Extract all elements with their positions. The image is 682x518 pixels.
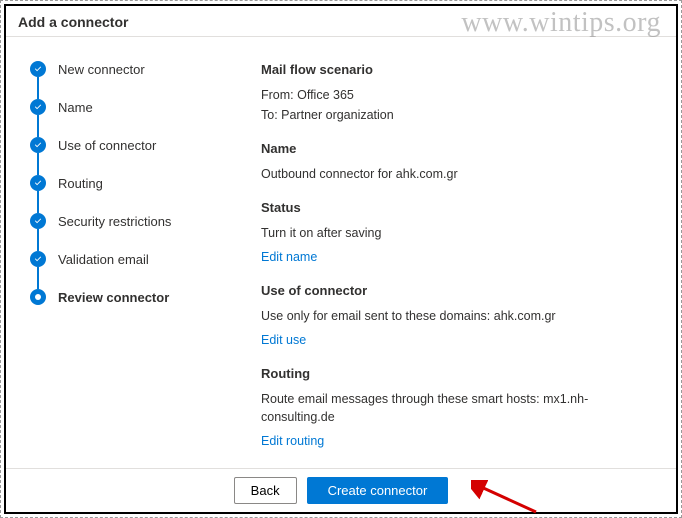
back-button[interactable]: Back <box>234 477 297 504</box>
wizard-body: New connector Name Use of connector Rout… <box>6 37 676 468</box>
check-icon <box>30 99 46 115</box>
section-heading: Name <box>261 140 656 159</box>
mailflow-from: From: Office 365 <box>261 86 656 104</box>
step-review-connector[interactable]: Review connector <box>30 289 221 305</box>
section-heading: Mail flow scenario <box>261 61 656 80</box>
check-icon <box>30 213 46 229</box>
step-use-of-connector[interactable]: Use of connector <box>30 137 221 153</box>
check-icon <box>30 137 46 153</box>
step-label: Validation email <box>58 252 149 267</box>
create-connector-button[interactable]: Create connector <box>307 477 449 504</box>
current-step-icon <box>30 289 46 305</box>
edit-name-link[interactable]: Edit name <box>261 248 317 266</box>
section-heading: Use of connector <box>261 282 656 301</box>
edit-use-link[interactable]: Edit use <box>261 331 306 349</box>
step-security-restrictions[interactable]: Security restrictions <box>30 213 221 229</box>
step-name[interactable]: Name <box>30 99 221 115</box>
section-heading: Routing <box>261 365 656 384</box>
page-title: Add a connector <box>6 6 676 37</box>
section-routing: Routing Route email messages through the… <box>261 365 656 450</box>
wizard-footer: Back Create connector <box>6 468 676 512</box>
section-name: Name Outbound connector for ahk.com.gr <box>261 140 656 183</box>
check-icon <box>30 175 46 191</box>
step-label: Use of connector <box>58 138 156 153</box>
edit-routing-link[interactable]: Edit routing <box>261 432 324 450</box>
step-new-connector[interactable]: New connector <box>30 61 221 77</box>
step-label: New connector <box>58 62 145 77</box>
section-heading: Status <box>261 199 656 218</box>
check-icon <box>30 251 46 267</box>
status-value: Turn it on after saving <box>261 224 656 242</box>
wizard-frame: Add a connector New connector Name Use o… <box>4 4 678 514</box>
mailflow-to: To: Partner organization <box>261 106 656 124</box>
review-panel: Mail flow scenario From: Office 365 To: … <box>231 37 676 468</box>
section-use: Use of connector Use only for email sent… <box>261 282 656 349</box>
name-value: Outbound connector for ahk.com.gr <box>261 165 656 183</box>
routing-value: Route email messages through these smart… <box>261 390 656 426</box>
step-label: Routing <box>58 176 103 191</box>
section-status: Status Turn it on after saving Edit name <box>261 199 656 266</box>
step-label: Security restrictions <box>58 214 171 229</box>
step-validation-email[interactable]: Validation email <box>30 251 221 267</box>
use-value: Use only for email sent to these domains… <box>261 307 656 325</box>
section-mail-flow: Mail flow scenario From: Office 365 To: … <box>261 61 656 124</box>
step-label: Name <box>58 100 93 115</box>
wizard-steps: New connector Name Use of connector Rout… <box>6 37 231 468</box>
step-label: Review connector <box>58 290 169 305</box>
check-icon <box>30 61 46 77</box>
step-routing[interactable]: Routing <box>30 175 221 191</box>
